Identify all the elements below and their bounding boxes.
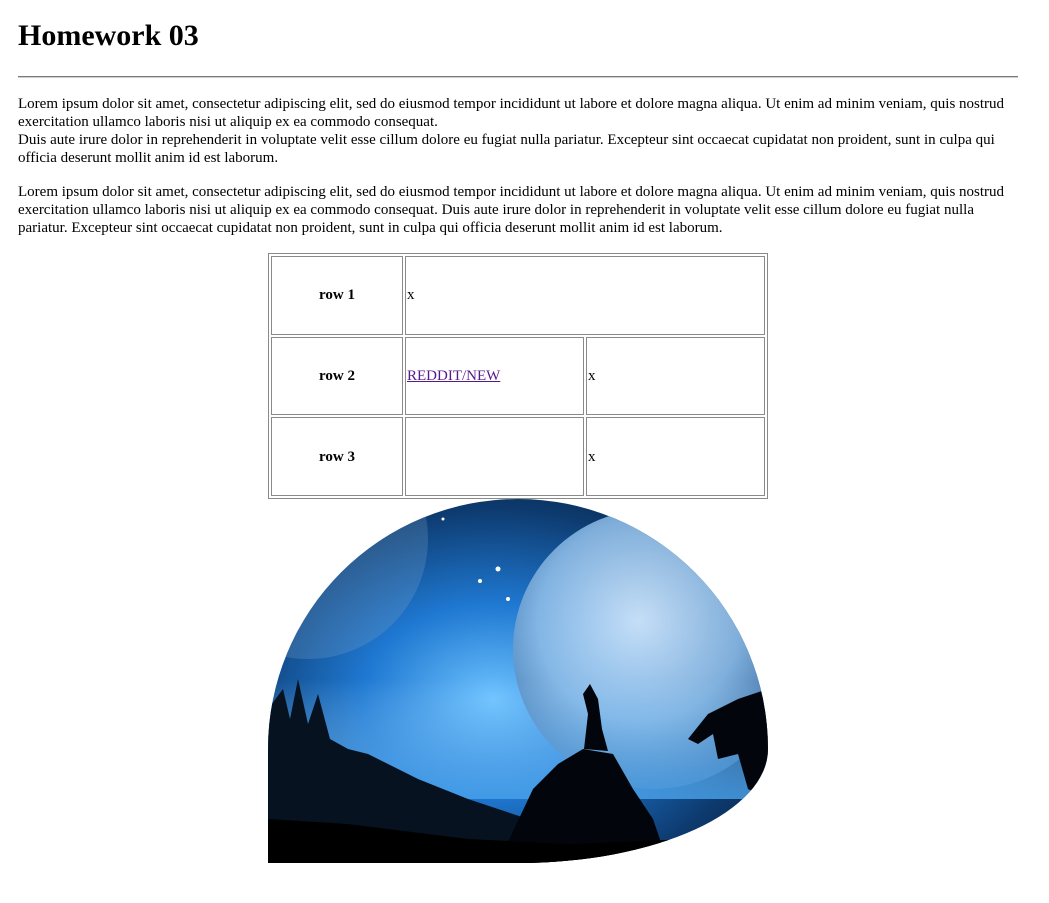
row-header: row 2: [271, 336, 403, 416]
table-row: row 1 x: [271, 256, 765, 335]
paragraph-1-line-1: Lorem ipsum dolor sit amet, consectetur …: [18, 96, 1005, 130]
table-cell: x: [586, 417, 765, 496]
table-cell: [405, 417, 584, 496]
paragraph-1-line-2: Duis aute irure dolor in reprehenderit i…: [18, 132, 995, 166]
table-row: row 2 REDDIT/NEW x: [271, 336, 765, 416]
horizontal-divider: [18, 76, 1018, 78]
wolf-moon-illustration: [268, 499, 768, 863]
table-cell: x: [586, 336, 765, 416]
row-header: row 1: [271, 256, 403, 335]
reddit-new-link[interactable]: REDDIT/NEW: [407, 368, 500, 384]
page-title: Homework 03: [18, 19, 199, 52]
content-table: row 1 x row 2 REDDIT/NEW x row 3 x: [268, 253, 768, 499]
paragraph-2: Lorem ipsum dolor sit amet, consectetur …: [18, 184, 1005, 236]
wolf-moon-image: [268, 499, 768, 863]
link-cell: REDDIT/NEW: [405, 336, 584, 416]
table-cell: x: [405, 256, 765, 335]
paragraph-1: Lorem ipsum dolor sit amet, consectetur …: [18, 95, 1019, 167]
table-row: row 3 x: [271, 417, 765, 496]
row-header: row 3: [271, 417, 403, 496]
